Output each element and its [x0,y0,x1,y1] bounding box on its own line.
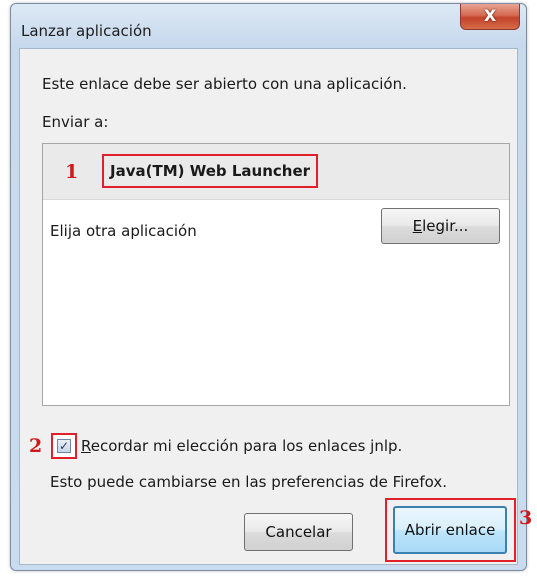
close-icon: X [483,6,497,25]
remember-checkbox[interactable]: ✓ [57,439,71,453]
checkmark-icon: ✓ [58,439,70,453]
other-app-label: Elija otra aplicación [50,222,197,240]
dialog-body: Este enlace debe ser abierto con una apl… [19,48,532,565]
open-link-button[interactable]: Abrir enlace [393,506,507,554]
selected-app-name: Java(TM) Web Launcher [102,154,319,188]
choose-button-accel: E [412,217,423,235]
annotation-marker-3: 3 [519,507,533,529]
preferences-note: Esto puede cambiarse en las preferencias… [50,473,448,491]
list-item-java-web-launcher[interactable]: 1 Java(TM) Web Launcher [43,144,509,200]
remember-checkbox-highlight: ✓ [51,433,77,459]
remember-label-accel: R [81,437,91,455]
remember-label[interactable]: Recordar mi elección para los enlaces jn… [81,437,402,455]
remember-label-text: ecordar mi elección para los enlaces jnl… [90,437,403,455]
application-list[interactable]: 1 Java(TM) Web Launcher Elija otra aplic… [42,143,510,406]
send-to-label: Enviar a: [42,113,109,131]
intro-text: Este enlace debe ser abierto con una apl… [42,75,407,93]
close-button[interactable]: X [460,4,520,30]
annotation-marker-1: 1 [65,161,79,183]
choose-button[interactable]: Elegir... [381,208,500,244]
window-title: Lanzar aplicación [21,22,152,40]
annotation-marker-2: 2 [29,435,43,457]
cancel-button[interactable]: Cancelar [244,513,353,551]
choose-button-label: legir... [422,217,469,235]
dialog-window: Lanzar aplicación X Este enlace debe ser… [10,3,532,571]
